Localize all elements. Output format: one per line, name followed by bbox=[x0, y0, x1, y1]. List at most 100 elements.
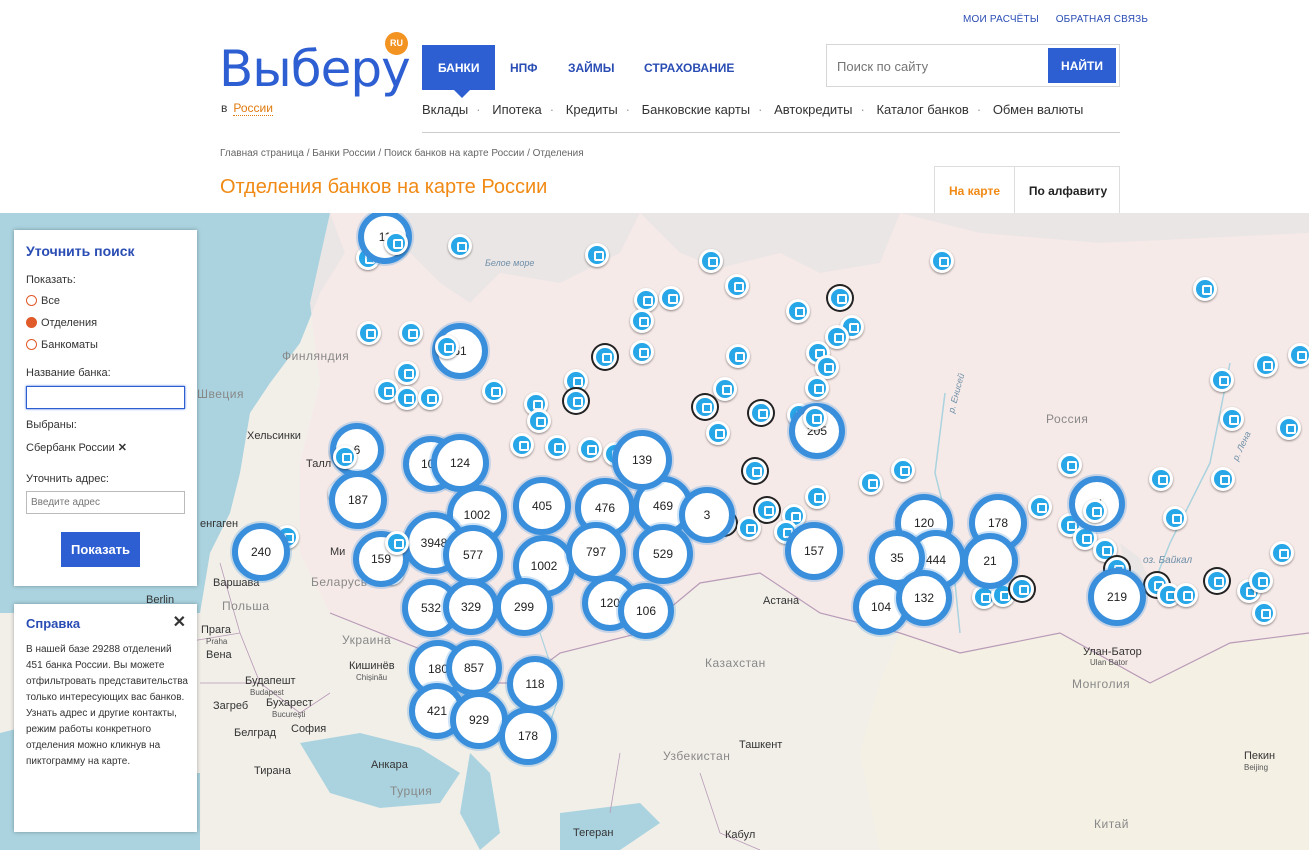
branch-pin[interactable] bbox=[564, 389, 588, 413]
branch-pin[interactable] bbox=[1010, 577, 1034, 601]
branch-pin[interactable] bbox=[448, 234, 472, 258]
branch-pin[interactable] bbox=[805, 485, 829, 509]
branch-pin[interactable] bbox=[634, 288, 658, 312]
branch-pin[interactable] bbox=[1288, 343, 1309, 367]
cluster-marker[interactable]: 329 bbox=[443, 579, 499, 635]
cluster-marker[interactable]: 157 bbox=[785, 522, 843, 580]
subnav-credits[interactable]: Кредиты bbox=[566, 102, 618, 117]
cluster-marker[interactable]: 299 bbox=[495, 578, 553, 636]
close-icon[interactable]: ✕ bbox=[173, 612, 186, 632]
branch-pin[interactable] bbox=[395, 361, 419, 385]
branch-pin[interactable] bbox=[859, 471, 883, 495]
branch-pin[interactable] bbox=[1277, 416, 1301, 440]
branch-pin[interactable] bbox=[593, 345, 617, 369]
branch-pin[interactable] bbox=[1270, 541, 1294, 565]
tab-npf[interactable]: НПФ bbox=[494, 45, 554, 90]
cluster-marker[interactable]: 529 bbox=[633, 524, 693, 584]
radio-atms[interactable]: Банкоматы bbox=[26, 339, 98, 351]
branch-pin[interactable] bbox=[786, 299, 810, 323]
branch-pin[interactable] bbox=[545, 435, 569, 459]
branch-pin[interactable] bbox=[1254, 353, 1278, 377]
branch-pin[interactable] bbox=[825, 325, 849, 349]
branch-pin[interactable] bbox=[755, 498, 779, 522]
branch-pin[interactable] bbox=[1083, 499, 1107, 523]
radio-all-circle[interactable] bbox=[26, 295, 37, 306]
branch-pin[interactable] bbox=[395, 386, 419, 410]
tab-alphabetical[interactable]: По алфавиту bbox=[1015, 167, 1121, 214]
logo[interactable]: Выберу bbox=[219, 40, 411, 98]
branch-pin[interactable] bbox=[399, 321, 423, 345]
branch-pin[interactable] bbox=[749, 401, 773, 425]
branch-pin[interactable] bbox=[1211, 467, 1235, 491]
show-button[interactable]: Показать bbox=[61, 532, 140, 567]
tab-banks[interactable]: БАНКИ bbox=[422, 45, 496, 90]
branch-pin[interactable] bbox=[1205, 569, 1229, 593]
branch-pin[interactable] bbox=[1058, 453, 1082, 477]
my-calculations-link[interactable]: МОИ РАСЧЁТЫ bbox=[963, 14, 1039, 25]
region-link[interactable]: России bbox=[233, 101, 273, 116]
branch-pin[interactable] bbox=[1220, 407, 1244, 431]
radio-branches[interactable]: Отделения bbox=[26, 317, 97, 329]
branch-pin[interactable] bbox=[693, 395, 717, 419]
cluster-marker[interactable]: 132 bbox=[896, 570, 952, 626]
subnav-cards[interactable]: Банковские карты bbox=[642, 102, 751, 117]
address-input[interactable] bbox=[26, 491, 185, 514]
branch-pin[interactable] bbox=[385, 531, 409, 555]
branch-pin[interactable] bbox=[737, 516, 761, 540]
branch-pin[interactable] bbox=[435, 335, 459, 359]
branch-pin[interactable] bbox=[578, 437, 602, 461]
cluster-marker[interactable]: 857 bbox=[446, 640, 502, 696]
branch-pin[interactable] bbox=[1210, 368, 1234, 392]
branch-pin[interactable] bbox=[699, 249, 723, 273]
branch-pin[interactable] bbox=[828, 286, 852, 310]
branch-pin[interactable] bbox=[585, 243, 609, 267]
branch-pin[interactable] bbox=[1252, 601, 1276, 625]
subnav-currency-exchange[interactable]: Обмен валюты bbox=[993, 102, 1084, 117]
branch-pin[interactable] bbox=[726, 344, 750, 368]
cluster-marker[interactable]: 118 bbox=[507, 656, 563, 712]
branch-pin[interactable] bbox=[930, 249, 954, 273]
branch-pin[interactable] bbox=[1174, 583, 1198, 607]
branch-pin[interactable] bbox=[1193, 277, 1217, 301]
tab-insurance[interactable]: СТРАХОВАНИЕ bbox=[628, 45, 750, 90]
branch-pin[interactable] bbox=[630, 340, 654, 364]
bank-name-input[interactable] bbox=[26, 386, 185, 409]
subnav-autocredits[interactable]: Автокредиты bbox=[774, 102, 852, 117]
cluster-marker[interactable]: 106 bbox=[618, 583, 674, 639]
branch-pin[interactable] bbox=[482, 379, 506, 403]
remove-bank-icon[interactable]: ✕ bbox=[118, 442, 127, 454]
branch-pin[interactable] bbox=[510, 433, 534, 457]
feedback-link[interactable]: ОБРАТНАЯ СВЯЗЬ bbox=[1056, 14, 1148, 25]
branch-pin[interactable] bbox=[527, 409, 551, 433]
search-input[interactable] bbox=[837, 55, 1037, 77]
cluster-marker[interactable]: 124 bbox=[431, 434, 489, 492]
breadcrumb[interactable]: Главная страница / Банки России / Поиск … bbox=[220, 148, 584, 159]
cluster-marker[interactable]: 139 bbox=[612, 430, 672, 490]
search-button[interactable]: НАЙТИ bbox=[1048, 48, 1116, 83]
cluster-marker[interactable]: 405 bbox=[513, 477, 571, 535]
subnav-bank-catalog[interactable]: Каталог банков bbox=[876, 102, 968, 117]
cluster-marker[interactable]: 577 bbox=[443, 525, 503, 585]
branch-pin[interactable] bbox=[1249, 569, 1273, 593]
branch-pin[interactable] bbox=[659, 286, 683, 310]
branch-pin[interactable] bbox=[713, 377, 737, 401]
cluster-marker[interactable]: 178 bbox=[499, 707, 557, 765]
branch-pin[interactable] bbox=[1149, 467, 1173, 491]
branch-pin[interactable] bbox=[1028, 495, 1052, 519]
branch-pin[interactable] bbox=[357, 321, 381, 345]
branch-pin[interactable] bbox=[630, 309, 654, 333]
cluster-marker[interactable]: 3 bbox=[679, 487, 735, 543]
branch-pin[interactable] bbox=[1163, 506, 1187, 530]
tab-on-map[interactable]: На карте bbox=[935, 167, 1015, 214]
radio-all[interactable]: Все bbox=[26, 295, 60, 307]
cluster-marker[interactable]: 240 bbox=[232, 523, 290, 581]
subnav-deposits[interactable]: Вклады bbox=[422, 102, 468, 117]
branch-pin[interactable] bbox=[805, 376, 829, 400]
branch-pin[interactable] bbox=[803, 406, 827, 430]
subnav-mortgage[interactable]: Ипотека bbox=[492, 102, 542, 117]
cluster-marker[interactable]: 21 bbox=[962, 533, 1018, 589]
branch-pin[interactable] bbox=[743, 459, 767, 483]
branch-pin[interactable] bbox=[725, 274, 749, 298]
branch-pin[interactable] bbox=[706, 421, 730, 445]
branch-pin[interactable] bbox=[384, 231, 408, 255]
